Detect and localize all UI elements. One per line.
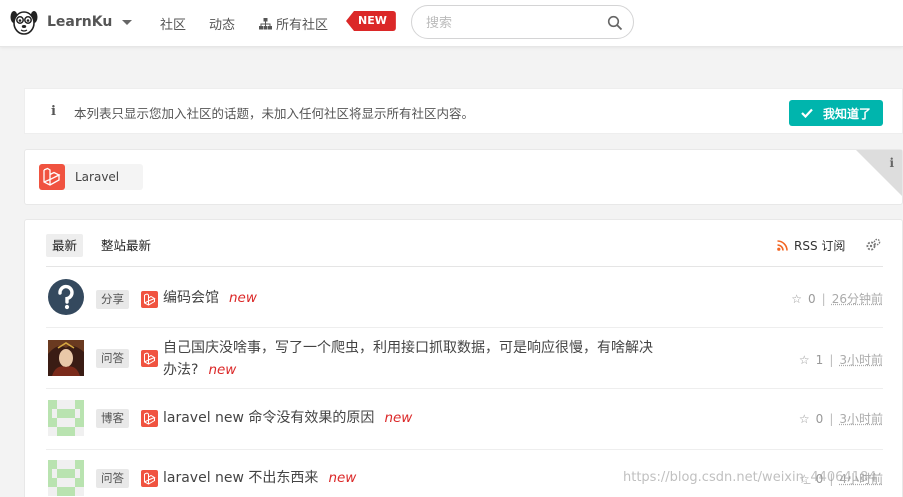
- rss-label: RSS 订阅: [794, 239, 846, 253]
- laravel-icon: [141, 470, 158, 487]
- laravel-icon: [141, 410, 158, 427]
- timestamp[interactable]: 3小时前: [839, 410, 883, 427]
- user-avatar[interactable]: [48, 340, 84, 376]
- category-badge[interactable]: 博客: [96, 409, 129, 428]
- topic-title[interactable]: laravel new 不出东西来 new: [163, 467, 356, 489]
- separator: |: [829, 352, 834, 367]
- laravel-icon: [141, 291, 158, 308]
- acknowledge-button[interactable]: 我知道了: [789, 100, 883, 126]
- identicon-avatar[interactable]: [48, 400, 84, 436]
- nav-all-communities[interactable]: 所有社区: [259, 14, 328, 33]
- info-corner[interactable]: [856, 150, 902, 196]
- category-badge[interactable]: 问答: [96, 469, 129, 488]
- vote-count: 1: [815, 352, 824, 367]
- tab-sitewide-latest[interactable]: 整站最新: [101, 234, 151, 257]
- topic-title-line2-wrap[interactable]: 办法? new: [163, 359, 723, 381]
- sitemap-icon: [259, 17, 272, 29]
- info-icon: i: [51, 104, 56, 119]
- topic-title[interactable]: 编码会馆 new: [163, 287, 257, 309]
- check-icon: [801, 108, 813, 118]
- top-navbar: LearnKu 社区 动态 所有社区 NEW: [0, 0, 903, 47]
- separator: |: [821, 291, 826, 306]
- topic-meta: ☆ 0 | 26分钟前: [791, 290, 883, 307]
- chevron-down-icon[interactable]: [122, 20, 132, 25]
- topic-title-text[interactable]: laravel new 不出东西来: [163, 470, 318, 486]
- vote-count: 0: [808, 291, 816, 306]
- star-icon: ☆: [791, 291, 803, 306]
- tag-laravel[interactable]: Laravel: [39, 164, 143, 190]
- nav-community[interactable]: 社区: [160, 14, 186, 33]
- category-badge[interactable]: 问答: [96, 349, 129, 368]
- search-icon[interactable]: [607, 15, 623, 31]
- tab-latest[interactable]: 最新: [46, 234, 84, 257]
- nav-all-label: 所有社区: [276, 18, 329, 33]
- topic-row[interactable]: 问答 自己国庆没啥事，写了一个爬虫，利用接口抓取数据，可是响应很慢，有啥解决 办…: [46, 329, 883, 389]
- topic-title[interactable]: 自己国庆没啥事，写了一个爬虫，利用接口抓取数据，可是响应很慢，有啥解决 办法? n…: [163, 337, 723, 381]
- topic-title-line1[interactable]: 自己国庆没啥事，写了一个爬虫，利用接口抓取数据，可是响应很慢，有啥解决: [163, 337, 723, 359]
- info-text: 本列表只显示您加入社区的话题，未加入任何社区将显示所有社区内容。: [74, 106, 475, 121]
- vote-count: 0: [815, 411, 824, 426]
- laravel-icon: [141, 350, 158, 367]
- topic-row[interactable]: 博客 laravel new 命令没有效果的原因 new ☆ 0 | 3小时前: [46, 390, 883, 450]
- question-avatar-icon[interactable]: [48, 279, 84, 315]
- nav-dynamic[interactable]: 动态: [209, 14, 235, 33]
- search-input[interactable]: [426, 14, 596, 32]
- new-label: new: [328, 470, 357, 486]
- acknowledge-label: 我知道了: [822, 106, 871, 121]
- learnku-logo-icon[interactable]: [10, 8, 38, 36]
- rss-icon: [777, 240, 788, 251]
- star-icon: ☆: [798, 352, 810, 367]
- separator: |: [829, 411, 834, 426]
- info-icon[interactable]: i: [889, 156, 894, 170]
- community-tag-bar: Laravel i: [24, 149, 903, 205]
- new-label: new: [384, 410, 413, 426]
- tag-label: Laravel: [75, 170, 120, 184]
- category-badge[interactable]: 分享: [96, 290, 129, 309]
- timestamp[interactable]: 26分钟前: [832, 290, 883, 307]
- topic-title-line2[interactable]: 办法?: [163, 362, 198, 378]
- info-message: i 本列表只显示您加入社区的话题，未加入任何社区将显示所有社区内容。 我知道了: [24, 88, 903, 134]
- watermark-text: https://blog.csdn.net/weixin_44064184: [623, 470, 877, 485]
- star-icon: ☆: [798, 411, 810, 426]
- new-label: new: [229, 290, 257, 306]
- search-box[interactable]: [411, 5, 634, 39]
- divider: [46, 266, 883, 267]
- laravel-logo-icon: [39, 164, 65, 190]
- topic-meta: ☆ 1 | 3小时前: [799, 351, 883, 368]
- topic-title[interactable]: laravel new 命令没有效果的原因 new: [163, 407, 412, 429]
- brand-name[interactable]: LearnKu: [47, 14, 112, 30]
- topic-title-text[interactable]: laravel new 命令没有效果的原因: [163, 410, 374, 426]
- topic-meta: ☆ 0 | 3小时前: [799, 410, 883, 427]
- timestamp[interactable]: 3小时前: [839, 351, 883, 368]
- settings-gear-icon[interactable]: [866, 238, 881, 252]
- rss-subscribe-link[interactable]: RSS 订阅: [777, 237, 845, 254]
- new-label: new: [208, 362, 237, 378]
- identicon-avatar[interactable]: [48, 460, 84, 496]
- new-badge: NEW: [346, 11, 396, 31]
- topic-list-panel: 最新 整站最新 RSS 订阅 分享 编码会馆 new ☆ 0 | 26分钟前 问…: [24, 219, 903, 497]
- topic-row[interactable]: 分享 编码会馆 new ☆ 0 | 26分钟前: [46, 268, 883, 328]
- topic-title-text[interactable]: 编码会馆: [163, 290, 219, 306]
